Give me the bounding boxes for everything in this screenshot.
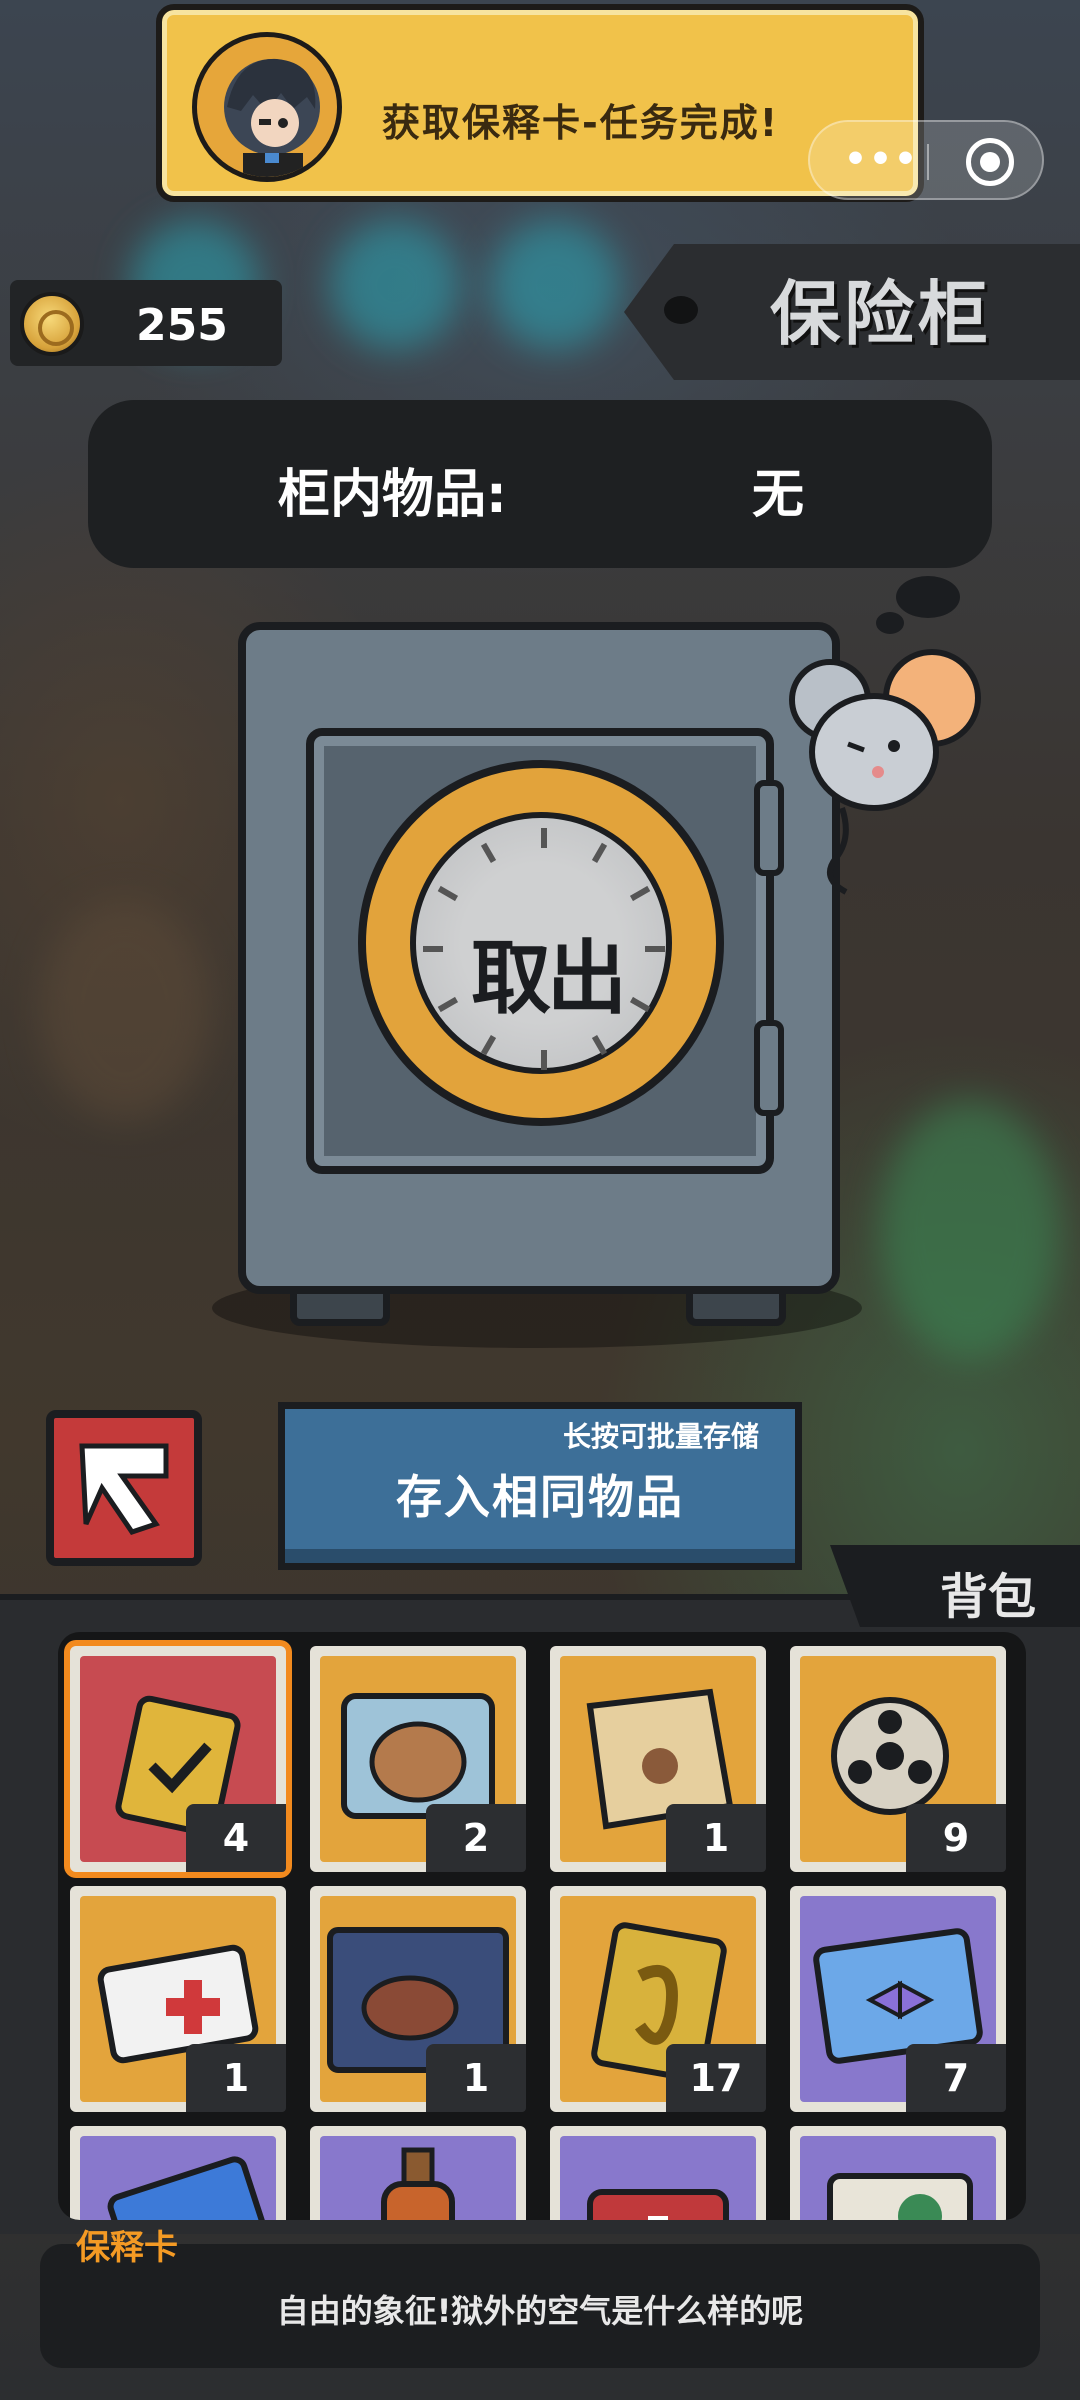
- safe-contents-panel: 柜内物品: 无: [88, 400, 992, 568]
- hinge-bottom-icon: [754, 1020, 784, 1116]
- coin-icon: [20, 292, 84, 356]
- batch-store-hint: 长按可批量存储: [563, 1420, 760, 1453]
- item-count: 1: [186, 2044, 286, 2112]
- coin-value: 255: [136, 300, 228, 351]
- thought-bubble-icon: [896, 576, 960, 618]
- inventory-slot[interactable]: [550, 2126, 766, 2220]
- contents-label: 柜内物品:: [278, 465, 507, 525]
- withdraw-label: 取出: [471, 932, 627, 1025]
- page-title: 保险柜: [770, 273, 992, 355]
- inventory-slot[interactable]: 1: [550, 1646, 766, 1872]
- inventory-slot[interactable]: 1: [310, 1886, 526, 2112]
- inventory-slot[interactable]: 1: [70, 1886, 286, 2112]
- inventory-slot[interactable]: [310, 2126, 526, 2220]
- item-count: 2: [426, 1804, 526, 1872]
- item-count: 1: [666, 1804, 766, 1872]
- mouse-mascot-icon: [782, 640, 992, 900]
- swap-arrow-icon: [79, 1443, 169, 1535]
- item-count: 9: [906, 1804, 1006, 1872]
- inventory-slot[interactable]: 17: [550, 1886, 766, 2112]
- inventory-grid[interactable]: 4 2 1 9 1 1 17 7: [58, 1632, 1026, 2220]
- bottle-icon: [320, 2136, 516, 2220]
- close-target-icon[interactable]: [966, 138, 1014, 186]
- coin-counter: 255: [10, 280, 282, 366]
- capsule-divider: [927, 144, 929, 180]
- swap-button[interactable]: [46, 1410, 202, 1566]
- inventory-slot[interactable]: 9: [790, 1646, 1006, 1872]
- item-name: 保释卡: [76, 2228, 178, 2268]
- miniprogram-capsule: •••: [808, 120, 1044, 200]
- store-same-items-button[interactable]: 长按可批量存储 存入相同物品: [278, 1402, 802, 1570]
- hinge-top-icon: [754, 780, 784, 876]
- more-icon[interactable]: •••: [844, 142, 919, 178]
- tag-hole-icon: [664, 296, 698, 324]
- inventory-slot[interactable]: 2: [310, 1646, 526, 1872]
- first-aid-kit-icon: [560, 2136, 756, 2220]
- item-description-box: 自由的象征!狱外的空气是什么样的呢: [40, 2244, 1040, 2368]
- character-avatar: [192, 32, 342, 182]
- contents-value: 无: [752, 465, 805, 525]
- dial-face: 取出: [410, 812, 672, 1074]
- item-count: 7: [906, 2044, 1006, 2112]
- backpack-title: 背包: [940, 1569, 1037, 1625]
- blue-card-icon: [80, 2136, 276, 2220]
- inventory-slot[interactable]: 7: [790, 1886, 1006, 2112]
- store-label: 存入相同物品: [396, 1470, 684, 1524]
- toast-message: 获取保释卡-任务完成!: [382, 101, 780, 145]
- item-description: 自由的象征!狱外的空气是什么样的呢: [276, 2292, 804, 2330]
- green-pack-icon: [800, 2136, 996, 2220]
- inventory-slot[interactable]: 4: [70, 1646, 286, 1872]
- item-count: 1: [426, 2044, 526, 2112]
- task-complete-toast: 获取保释卡-任务完成!: [156, 4, 924, 202]
- withdraw-dial-button[interactable]: 取出: [358, 760, 724, 1126]
- backpack-tab: 背包: [830, 1545, 1080, 1627]
- inventory-slot[interactable]: [790, 2126, 1006, 2220]
- item-count: 17: [666, 2044, 766, 2112]
- inventory-slot[interactable]: [70, 2126, 286, 2220]
- thought-bubble-small-icon: [876, 612, 904, 634]
- item-count: 4: [186, 1804, 286, 1872]
